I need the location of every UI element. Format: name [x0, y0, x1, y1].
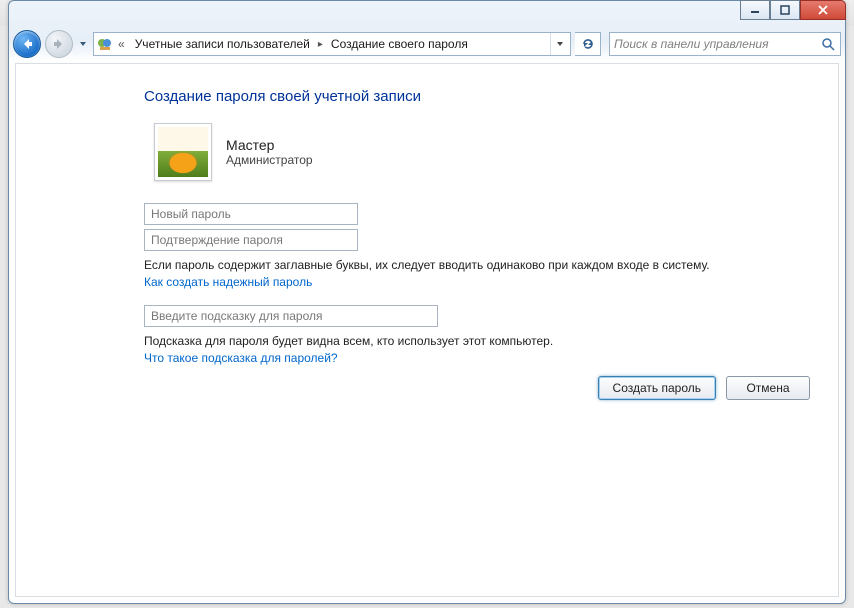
breadcrumb-chevron-icon[interactable]: ▸	[318, 39, 323, 50]
cancel-button[interactable]: Отмена	[726, 376, 810, 400]
maximize-button[interactable]	[770, 0, 800, 20]
user-role: Администратор	[226, 153, 313, 167]
refresh-button[interactable]	[575, 32, 601, 56]
confirm-password-input[interactable]	[144, 229, 358, 251]
forward-button	[45, 30, 73, 58]
breadcrumb-overflow-icon[interactable]: «	[116, 37, 127, 51]
page-title: Создание пароля своей учетной записи	[144, 88, 798, 105]
close-button[interactable]	[800, 0, 846, 20]
address-bar-tail	[550, 33, 568, 55]
user-account-block: Мастер Администратор	[154, 123, 798, 181]
link-strong-password[interactable]: Как создать надежный пароль	[144, 275, 312, 289]
new-password-input[interactable]	[144, 203, 358, 225]
hint-note: Подсказка для пароля будет видна всем, к…	[144, 333, 798, 349]
explorer-window: « Учетные записи пользователей ▸ Создани…	[8, 0, 846, 604]
breadcrumb-label: Учетные записи пользователей	[135, 37, 310, 51]
minimize-button[interactable]	[740, 0, 770, 20]
address-dropdown-icon[interactable]	[550, 33, 568, 55]
window-caption-buttons	[740, 0, 846, 20]
nav-history-dropdown[interactable]	[77, 30, 89, 58]
search-input[interactable]	[614, 37, 836, 51]
breadcrumb-label: Создание своего пароля	[331, 37, 468, 51]
content-pane: Создание пароля своей учетной записи Мас…	[15, 63, 839, 597]
user-text: Мастер Администратор	[226, 137, 313, 167]
avatar	[154, 123, 212, 181]
search-box[interactable]	[609, 32, 841, 56]
dialog-buttons: Создать пароль Отмена	[598, 376, 810, 400]
user-name: Мастер	[226, 137, 313, 153]
back-button[interactable]	[13, 30, 41, 58]
address-bar[interactable]: « Учетные записи пользователей ▸ Создани…	[93, 32, 571, 56]
search-icon	[820, 36, 836, 55]
avatar-image	[158, 127, 208, 177]
navigation-toolbar: « Учетные записи пользователей ▸ Создани…	[13, 27, 841, 61]
caps-note: Если пароль содержит заглавные буквы, их…	[144, 257, 798, 273]
breadcrumb-seg-create-password[interactable]: Создание своего пароля	[325, 33, 474, 55]
control-panel-icon	[96, 35, 114, 53]
link-what-is-hint[interactable]: Что такое подсказка для паролей?	[144, 351, 338, 365]
breadcrumb-seg-users[interactable]: Учетные записи пользователей	[129, 33, 316, 55]
create-password-button[interactable]: Создать пароль	[598, 376, 716, 400]
password-hint-input[interactable]	[144, 305, 438, 327]
